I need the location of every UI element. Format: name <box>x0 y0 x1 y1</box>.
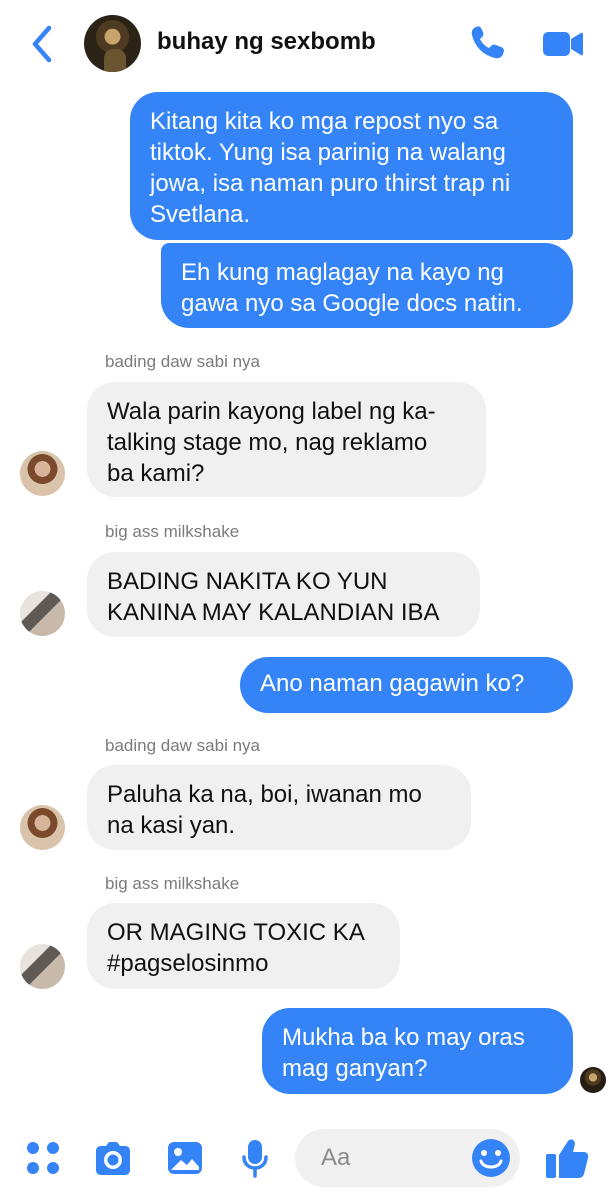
video-camera-icon <box>543 32 583 56</box>
read-receipt-avatar <box>580 1067 606 1093</box>
chat-avatar[interactable] <box>84 15 141 72</box>
thumbs-up-icon <box>546 1139 589 1178</box>
chat-header: buhay ng sexbomb <box>0 0 613 88</box>
sender-avatar[interactable] <box>20 591 65 636</box>
message-sender: big ass milkshake <box>105 522 240 541</box>
message-bubble-outgoing[interactable]: Eh kung maglagay na kayo ng gawa nyo sa … <box>161 243 573 328</box>
message-sender: bading daw sabi nya <box>105 352 261 371</box>
sender-avatar[interactable] <box>20 451 65 496</box>
like-button[interactable] <box>543 1134 591 1182</box>
camera-button[interactable] <box>92 1137 134 1179</box>
message-bubble-outgoing[interactable]: Kitang kita ko mga repost nyo sa tiktok.… <box>130 92 573 240</box>
message-bubble-incoming[interactable]: Wala parin kayong label ng ka- talking s… <box>87 382 486 497</box>
sender-avatar[interactable] <box>20 805 65 850</box>
voice-message-button[interactable] <box>234 1137 276 1179</box>
message-sender: bading daw sabi nya <box>105 736 261 755</box>
gallery-button[interactable] <box>164 1137 206 1179</box>
message-bubble-outgoing[interactable]: Ano naman gagawin ko? <box>240 657 573 713</box>
video-call-button[interactable] <box>539 24 585 64</box>
camera-icon <box>96 1142 130 1175</box>
emoji-icon <box>472 1139 510 1177</box>
microphone-icon <box>242 1140 268 1178</box>
message-sender: big ass milkshake <box>105 874 240 893</box>
phone-icon <box>471 26 504 59</box>
apps-icon <box>27 1142 59 1174</box>
sender-avatar[interactable] <box>20 944 65 989</box>
chevron-left-icon <box>32 25 52 63</box>
chat-title[interactable]: buhay ng sexbomb <box>157 28 376 56</box>
message-bubble-incoming[interactable]: BADING NAKITA KO YUN KANINA MAY KALANDIA… <box>87 552 480 637</box>
call-button[interactable] <box>466 22 508 64</box>
image-icon <box>168 1142 202 1174</box>
message-bubble-outgoing[interactable]: Mukha ba ko may oras mag ganyan? <box>262 1008 573 1094</box>
message-bubble-incoming[interactable]: OR MAGING TOXIC KA #pagselosinmo <box>87 903 400 989</box>
emoji-button[interactable] <box>470 1137 512 1179</box>
apps-button[interactable] <box>22 1137 64 1179</box>
message-input-placeholder: Aa <box>321 1144 351 1171</box>
message-bubble-incoming[interactable]: Paluha ka na, boi, iwanan mo na kasi yan… <box>87 765 471 850</box>
back-button[interactable] <box>24 22 60 66</box>
